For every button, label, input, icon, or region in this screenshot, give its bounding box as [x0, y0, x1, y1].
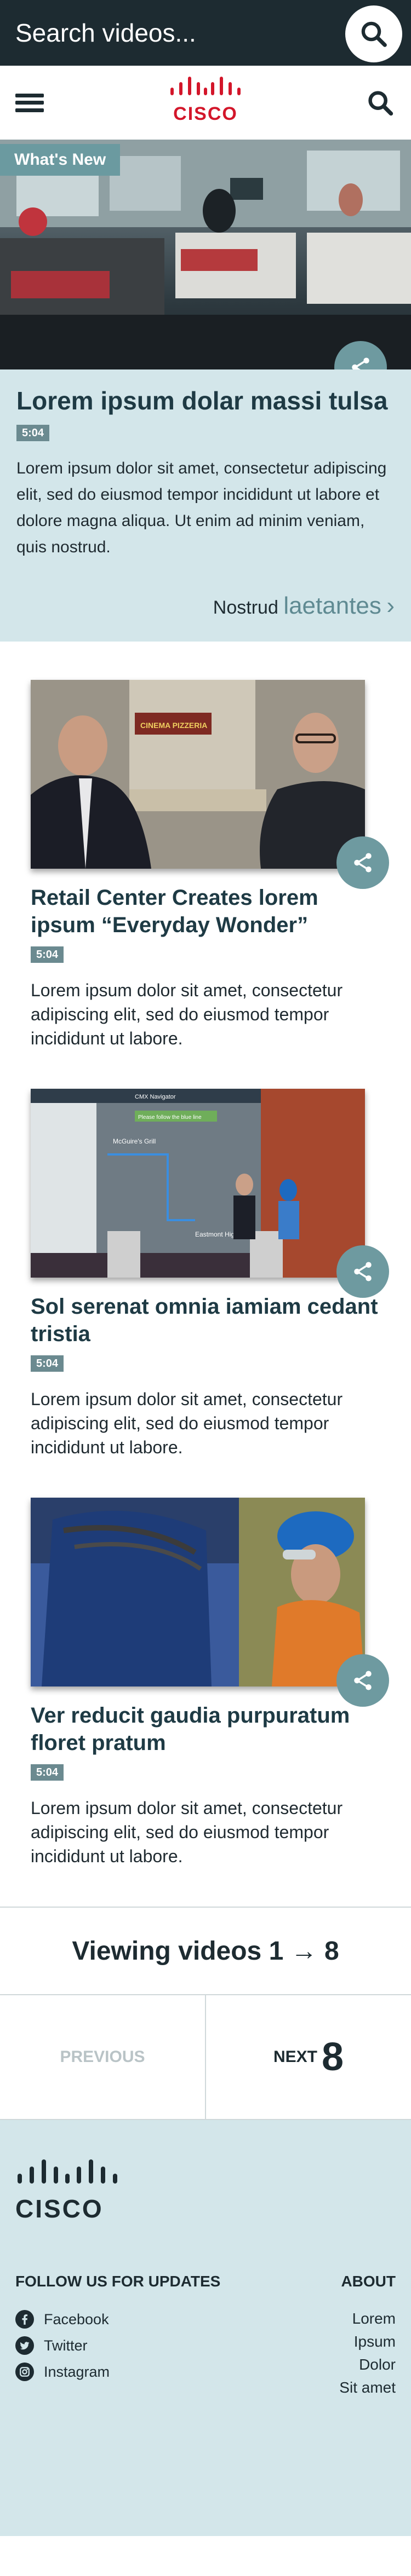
share-button[interactable]	[336, 1654, 389, 1707]
video-description: Lorem ipsum dolor sit amet, consectetur …	[31, 1389, 343, 1458]
twitter-link[interactable]: Twitter	[15, 2336, 220, 2355]
share-button[interactable]	[336, 1245, 389, 1298]
search-bar	[0, 0, 411, 66]
duration-badge: 5:04	[16, 425, 50, 442]
instagram-icon	[15, 2363, 34, 2382]
menu-icon[interactable]	[15, 93, 44, 112]
twitter-icon	[15, 2336, 34, 2355]
more-link-accent: laetantes	[283, 592, 381, 620]
share-icon	[352, 357, 369, 369]
search-input[interactable]	[14, 18, 321, 48]
screen-header-text: CMX Navigator	[135, 1094, 176, 1100]
instagram-label: Instagram	[44, 2363, 110, 2380]
next-label: NEXT	[273, 2048, 317, 2066]
duration-badge: 5:04	[31, 946, 64, 963]
search-icon[interactable]	[366, 89, 395, 117]
video-title[interactable]: Retail Center Creates lorem ipsum “Every…	[31, 884, 380, 939]
search-icon	[361, 21, 387, 47]
share-icon	[354, 1262, 372, 1281]
video-thumbnail[interactable]	[31, 1498, 365, 1687]
share-button[interactable]	[336, 836, 389, 890]
chevron-right-icon: ›	[386, 592, 395, 620]
about-heading: ABOUT	[341, 2273, 396, 2290]
facebook-link[interactable]: Facebook	[15, 2310, 220, 2329]
cisco-bars-icon	[170, 77, 241, 95]
site-header: CISCO	[0, 66, 411, 140]
video-card[interactable]: CINEMA PIZZERIA Retail Center Creates lo…	[0, 680, 411, 1050]
about-link[interactable]: Sit amet	[339, 2379, 396, 2396]
about-link[interactable]: Ipsum	[339, 2333, 396, 2350]
previous-button[interactable]: PREVIOUS	[0, 1995, 206, 2119]
video-title[interactable]: Ver reducit gaudia purpuratum floret pra…	[31, 1702, 380, 1757]
follow-heading: FOLLOW US FOR UPDATES	[15, 2273, 221, 2290]
cisco-bars-icon	[18, 2159, 117, 2184]
next-number: 8	[321, 2035, 344, 2080]
instagram-link[interactable]: Instagram	[15, 2363, 220, 2382]
video-card[interactable]: Ver reducit gaudia purpuratum floret pra…	[0, 1498, 411, 1868]
next-button[interactable]: NEXT 8	[206, 1995, 411, 2119]
featured-video: What's New Lorem ipsum dolar massi tulsa…	[0, 140, 411, 642]
video-description: Lorem ipsum dolor sit amet, consectetur …	[31, 980, 343, 1049]
map-label: McGuire's Grill	[113, 1137, 156, 1145]
cisco-logo[interactable]: CISCO	[167, 76, 244, 125]
pagination: PREVIOUS NEXT 8	[0, 1994, 411, 2121]
featured-thumbnail[interactable]: What's New	[0, 140, 411, 369]
about-link[interactable]: Lorem	[339, 2310, 396, 2327]
follow-section: FOLLOW US FOR UPDATES Facebook Twitter I…	[15, 2273, 220, 2402]
facebook-icon	[15, 2310, 34, 2329]
twitter-label: Twitter	[44, 2337, 88, 2354]
video-thumbnail[interactable]: CMX Navigator Please follow the blue lin…	[31, 1089, 365, 1278]
about-link[interactable]: Dolor	[339, 2356, 396, 2373]
facebook-label: Facebook	[44, 2311, 109, 2327]
search-button[interactable]	[345, 5, 402, 62]
screen-banner-text: Please follow the blue line	[138, 1114, 202, 1120]
share-icon	[354, 1671, 372, 1690]
footer-logo[interactable]: CISCO	[15, 2158, 396, 2223]
share-icon	[354, 853, 372, 873]
footer-wordmark: CISCO	[15, 2194, 104, 2223]
logo-wordmark: CISCO	[173, 103, 238, 124]
featured-title[interactable]: Lorem ipsum dolar massi tulsa	[16, 386, 395, 416]
stage-presentation-image: CMX Navigator Please follow the blue lin…	[31, 1089, 365, 1278]
retail-center-image: CINEMA PIZZERIA	[31, 680, 365, 869]
storefront-sign: CINEMA PIZZERIA	[140, 721, 207, 730]
more-link-prefix: Nostrud	[213, 597, 278, 619]
duration-badge: 5:04	[31, 1355, 64, 1372]
duration-badge: 5:04	[31, 1764, 64, 1781]
featured-description: Lorem ipsum dolor sit amet, consectetur …	[16, 459, 387, 557]
video-thumbnail[interactable]: CINEMA PIZZERIA	[31, 680, 365, 869]
viewing-count: Viewing videos 1 → 8	[0, 1907, 411, 1994]
whats-new-badge: What's New	[0, 144, 121, 176]
video-title[interactable]: Sol serenat omnia iamiam cedant tristia	[31, 1293, 380, 1348]
site-footer: CISCO FOLLOW US FOR UPDATES Facebook Twi…	[0, 2120, 411, 2537]
video-card[interactable]: CMX Navigator Please follow the blue lin…	[0, 1089, 411, 1459]
about-section: ABOUT Lorem Ipsum Dolor Sit amet	[339, 2273, 396, 2402]
industrial-worker-image	[31, 1498, 365, 1687]
more-link[interactable]: Nostrud laetantes ›	[16, 592, 395, 620]
video-description: Lorem ipsum dolor sit amet, consectetur …	[31, 1798, 343, 1867]
